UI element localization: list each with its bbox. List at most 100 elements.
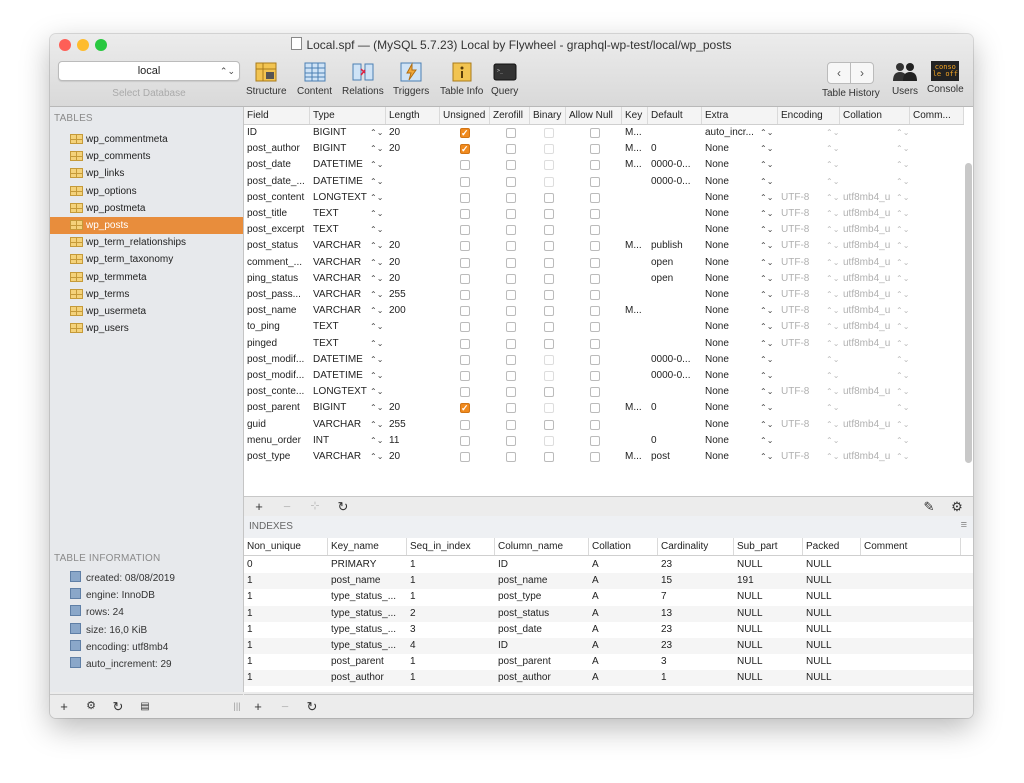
- unsigned-checkbox[interactable]: [460, 141, 470, 157]
- encoding-dropdown-icon[interactable]: ⌃⌄: [826, 433, 839, 449]
- refresh-tables-button[interactable]: ↻: [109, 699, 127, 714]
- collation-dropdown-icon[interactable]: ⌃⌄: [896, 417, 909, 433]
- unsigned-checkbox[interactable]: [460, 371, 470, 381]
- unsigned-checkbox[interactable]: [460, 225, 470, 236]
- fields-column-header[interactable]: Unsigned: [440, 107, 490, 124]
- database-selector[interactable]: local ⌃⌄: [58, 61, 240, 81]
- unsigned-checkbox[interactable]: [460, 419, 470, 430]
- stepper-icon[interactable]: ⌃⌄: [370, 157, 383, 173]
- remove-index-button[interactable]: −: [276, 699, 294, 714]
- history-forward-button[interactable]: ›: [850, 62, 874, 84]
- extra-dropdown-icon[interactable]: ⌃⌄: [760, 255, 773, 271]
- extra-dropdown-icon[interactable]: ⌃⌄: [760, 174, 773, 190]
- binary-checkbox[interactable]: [544, 160, 554, 171]
- collation-dropdown-icon[interactable]: ⌃⌄: [896, 352, 909, 368]
- field-row[interactable]: guid VARCHAR ⌃⌄ 255 None ⌃⌄ UTF-8 ⌃⌄ utf8mb4_u ⌃⌄: [244, 417, 964, 433]
- zerofill-checkbox[interactable]: [506, 290, 516, 300]
- extra-dropdown-icon[interactable]: ⌃⌄: [760, 352, 773, 368]
- encoding-dropdown-icon[interactable]: ⌃⌄: [826, 125, 839, 141]
- query-button[interactable]: >_ Query: [491, 61, 518, 97]
- zerofill-checkbox[interactable]: [506, 225, 516, 236]
- zerofill-checkbox[interactable]: [506, 241, 516, 252]
- allow-null-checkbox[interactable]: [590, 387, 600, 398]
- fields-column-header[interactable]: Allow Null: [566, 107, 622, 124]
- zerofill-checkbox[interactable]: [506, 273, 516, 284]
- stepper-icon[interactable]: ⌃⌄: [370, 271, 383, 287]
- unsigned-checkbox[interactable]: [460, 125, 470, 141]
- sidebar-table-item[interactable]: wp_links: [50, 165, 243, 182]
- collation-dropdown-icon[interactable]: ⌃⌄: [896, 400, 909, 416]
- encoding-dropdown-icon[interactable]: ⌃⌄: [826, 222, 839, 238]
- binary-checkbox[interactable]: [544, 257, 554, 268]
- extra-dropdown-icon[interactable]: ⌃⌄: [760, 206, 773, 222]
- sidebar-table-item[interactable]: wp_posts: [50, 217, 243, 234]
- fields-column-header[interactable]: Type: [310, 107, 386, 124]
- extra-dropdown-icon[interactable]: ⌃⌄: [760, 336, 773, 352]
- allow-null-checkbox[interactable]: [590, 371, 600, 381]
- field-row[interactable]: post_date DATETIME ⌃⌄ M... 0000-0... None ⌃⌄ ⌃⌄…: [244, 157, 964, 173]
- add-field-button[interactable]: +: [250, 499, 268, 514]
- allow-null-checkbox[interactable]: [590, 290, 600, 300]
- zerofill-checkbox[interactable]: [506, 371, 516, 381]
- allow-null-checkbox[interactable]: [590, 306, 600, 317]
- stepper-icon[interactable]: ⌃⌄: [370, 222, 383, 238]
- fields-column-header[interactable]: Binary: [530, 107, 566, 124]
- collation-dropdown-icon[interactable]: ⌃⌄: [896, 206, 909, 222]
- collation-dropdown-icon[interactable]: ⌃⌄: [896, 141, 909, 157]
- sidebar-table-item[interactable]: wp_termmeta: [50, 269, 243, 286]
- extra-dropdown-icon[interactable]: ⌃⌄: [760, 433, 773, 449]
- sidebar-table-item[interactable]: wp_term_relationships: [50, 234, 243, 251]
- extra-dropdown-icon[interactable]: ⌃⌄: [760, 190, 773, 206]
- sidebar-table-item[interactable]: wp_terms: [50, 286, 243, 303]
- index-column-header[interactable]: Seq_in_index: [407, 538, 495, 555]
- field-row[interactable]: comment_... VARCHAR ⌃⌄ 20 open None ⌃⌄ UTF-8 ⌃⌄ u…: [244, 255, 964, 271]
- encoding-dropdown-icon[interactable]: ⌃⌄: [826, 319, 839, 335]
- collation-dropdown-icon[interactable]: ⌃⌄: [896, 255, 909, 271]
- encoding-dropdown-icon[interactable]: ⌃⌄: [826, 174, 839, 190]
- unsigned-checkbox[interactable]: [460, 435, 470, 446]
- fields-column-header[interactable]: Encoding: [778, 107, 840, 124]
- extra-dropdown-icon[interactable]: ⌃⌄: [760, 368, 773, 384]
- binary-checkbox[interactable]: [544, 241, 554, 252]
- stepper-icon[interactable]: ⌃⌄: [370, 433, 383, 449]
- index-row[interactable]: 1 post_parent 1 post_parent A 3 NULL NULL: [244, 654, 973, 670]
- structure-button[interactable]: Structure: [246, 61, 287, 97]
- stepper-icon[interactable]: ⌃⌄: [370, 336, 383, 352]
- allow-null-checkbox[interactable]: [590, 209, 600, 219]
- index-row[interactable]: 1 type_status_... 3 post_date A 23 NULL NULL: [244, 622, 973, 638]
- index-row[interactable]: 1 type_status_... 2 post_status A 13 NULL NULL: [244, 605, 973, 622]
- allow-null-checkbox[interactable]: [590, 257, 600, 268]
- binary-checkbox[interactable]: [544, 338, 554, 349]
- allow-null-checkbox[interactable]: [590, 144, 600, 155]
- field-row[interactable]: post_type VARCHAR ⌃⌄ 20 M... post None ⌃⌄ UTF-8 ⌃…: [244, 449, 964, 465]
- zerofill-checkbox[interactable]: [506, 306, 516, 317]
- index-row[interactable]: 1 type_status_... 1 post_type A 7 NULL NULL: [244, 589, 973, 605]
- collation-dropdown-icon[interactable]: ⌃⌄: [896, 222, 909, 238]
- stepper-icon[interactable]: ⌃⌄: [370, 384, 383, 400]
- unsigned-checkbox[interactable]: [460, 241, 470, 252]
- unsigned-checkbox[interactable]: [460, 354, 470, 365]
- collation-dropdown-icon[interactable]: ⌃⌄: [896, 449, 909, 465]
- field-row[interactable]: post_modif... DATETIME ⌃⌄ 0000-0... None ⌃⌄ ⌃⌄…: [244, 352, 964, 368]
- encoding-dropdown-icon[interactable]: ⌃⌄: [826, 368, 839, 384]
- unsigned-checkbox[interactable]: [460, 209, 470, 219]
- field-row[interactable]: post_content LONGTEXT ⌃⌄ None ⌃⌄ UTF-8 ⌃⌄ utf8m…: [244, 190, 964, 206]
- field-row[interactable]: post_title TEXT ⌃⌄ None ⌃⌄ UTF-8 ⌃⌄ utf8mb4_u ⌃⌄: [244, 206, 964, 222]
- fields-column-header[interactable]: Collation: [840, 107, 910, 124]
- extra-dropdown-icon[interactable]: ⌃⌄: [760, 141, 773, 157]
- unsigned-checkbox[interactable]: [460, 452, 470, 462]
- sidebar-table-item[interactable]: wp_commentmeta: [50, 131, 243, 148]
- stepper-icon[interactable]: ⌃⌄: [370, 141, 383, 157]
- stepper-icon[interactable]: ⌃⌄: [370, 368, 383, 384]
- extra-dropdown-icon[interactable]: ⌃⌄: [760, 303, 773, 319]
- zerofill-checkbox[interactable]: [506, 209, 516, 219]
- encoding-dropdown-icon[interactable]: ⌃⌄: [826, 303, 839, 319]
- allow-null-checkbox[interactable]: [590, 452, 600, 462]
- encoding-dropdown-icon[interactable]: ⌃⌄: [826, 449, 839, 465]
- zerofill-checkbox[interactable]: [506, 176, 516, 187]
- zerofill-checkbox[interactable]: [506, 160, 516, 171]
- extra-dropdown-icon[interactable]: ⌃⌄: [760, 271, 773, 287]
- stepper-icon[interactable]: ⌃⌄: [370, 400, 383, 416]
- unsigned-checkbox[interactable]: [460, 400, 470, 416]
- binary-checkbox[interactable]: [544, 419, 554, 430]
